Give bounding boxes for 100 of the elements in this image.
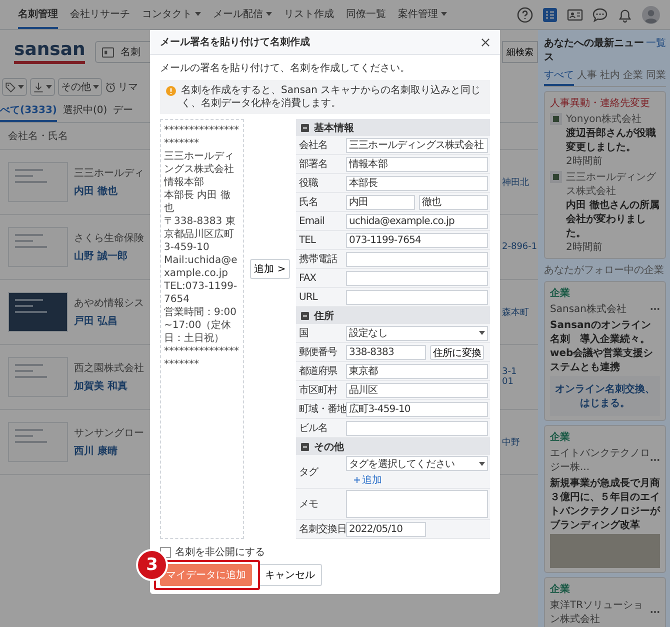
- address-text: 3-1: [502, 367, 518, 377]
- text-field[interactable]: 品川区: [346, 382, 488, 398]
- section-header[interactable]: 住所: [296, 307, 490, 324]
- view-all-link[interactable]: 一覧: [646, 36, 666, 50]
- person-name[interactable]: 戸田 弘昌: [74, 314, 146, 328]
- section-header[interactable]: その他: [296, 438, 490, 455]
- search-scope-label: 名刺: [120, 46, 140, 59]
- news-tab[interactable]: すべて: [544, 68, 574, 86]
- nav-tab[interactable]: メール配信: [213, 0, 272, 29]
- name-field[interactable]: 内田: [346, 194, 415, 210]
- cancel-button[interactable]: キャンセル: [258, 564, 322, 586]
- text-field[interactable]: 広町3-459-10: [346, 402, 488, 416]
- company-name: 三三ホールディングス株式会社: [566, 171, 657, 198]
- field-label: 郵便番号: [298, 346, 338, 359]
- nav-tab[interactable]: 会社リサーチ: [70, 0, 130, 29]
- other-menu-dropdown[interactable]: その他: [58, 78, 102, 96]
- nav-tab[interactable]: リスト作成: [284, 0, 334, 29]
- text-field[interactable]: uchida@example.co.jp: [346, 214, 488, 228]
- news-time: 2時間前: [566, 240, 604, 254]
- field-label: 名刺交換日: [298, 522, 346, 536]
- date-field[interactable]: 2022/05/10: [346, 522, 426, 536]
- section-label: あなたがフォロー中の企業: [544, 264, 665, 277]
- add-button[interactable]: 追加 >: [250, 259, 290, 279]
- dialog-title: メール署名を貼り付けて名刺作成: [160, 36, 310, 49]
- address-text: 2-896-1: [502, 242, 538, 252]
- news-tab[interactable]: 社内: [600, 68, 620, 86]
- company-name: さくら生命保険: [74, 232, 145, 245]
- company-name: あやめ情報シス: [74, 296, 145, 310]
- signature-line: 三三ホールディングス株式会社: [164, 150, 235, 176]
- postal-code-field[interactable]: 338-8383: [346, 344, 426, 360]
- text-field[interactable]: 本部長: [346, 176, 488, 190]
- sansan-logo[interactable]: sansan: [14, 40, 86, 64]
- person-name[interactable]: 内田 徹也: [74, 184, 146, 198]
- company-name: Sansan株式会社: [550, 302, 626, 316]
- signature-line: **********************: [164, 345, 240, 371]
- convert-address-button[interactable]: 住所に変換: [430, 344, 484, 360]
- article-banner[interactable]: オンライン名刺交換、はじまる。: [550, 376, 660, 416]
- field-label: ビル名: [298, 422, 328, 435]
- list-tab[interactable]: べて(3333): [0, 100, 57, 122]
- signature-line: 情報本部: [164, 176, 205, 189]
- section-title: 基本情報: [314, 122, 354, 134]
- company-name: 三三ホールディ: [74, 167, 145, 180]
- signature-textarea[interactable]: ********************** 三三ホールディングス株式会社 情報本部 本部長 内田 徹也 〒338-8383 東京都品川区広町3-459-10 Mail:uchida@example.co.jp TEL:073-1199-7654 営業時間：9:00~17:00（定休日：土日祝） **********************: [160, 119, 244, 539]
- nav-tab[interactable]: コンタクト: [142, 0, 201, 29]
- field-label: Email: [298, 216, 326, 226]
- intro-text: メールの署名を貼り付けて、名刺を作成してください。: [160, 62, 411, 75]
- news-category: 人事異動・連絡先変更: [550, 96, 651, 110]
- text-field[interactable]: 073-1199-7654: [346, 232, 488, 248]
- signature-line: **********************: [164, 124, 240, 150]
- text-field[interactable]: 情報本部: [346, 156, 488, 172]
- text-field[interactable]: 東京都: [346, 364, 488, 378]
- address-text: 中野: [502, 436, 521, 448]
- field-label: TEL: [298, 234, 317, 246]
- nav-tab[interactable]: 案件管理: [398, 0, 447, 29]
- company-name: Yonyon株式会社: [566, 112, 643, 126]
- notice-text: 名刺を作成をすると、Sansan スキャナからの名刺取り込みと同じく、名刺データ化枠を消費します。: [181, 84, 482, 110]
- news-title: あなたへの最新ニュース: [544, 36, 644, 64]
- name-field[interactable]: 徹也: [419, 194, 488, 210]
- person-name[interactable]: 西川 康晴: [74, 444, 146, 458]
- company-name: エイトバンクテクノロジー株...: [550, 447, 650, 474]
- signature-line: 〒338-8383 東京都品川区広町3-459-10: [164, 215, 236, 254]
- news-time: 2時間前: [566, 154, 604, 168]
- article-tag: 企業: [550, 286, 570, 300]
- field-label: タグ: [298, 466, 320, 478]
- field-label: 都道府県: [298, 364, 338, 378]
- article-headline[interactable]: 新規事業が急成長で月商３億円に、５年目のエイトバンクテクノロジーがブランディング改革: [550, 476, 660, 532]
- signature-line: Mail:uchida@example.co.jp: [164, 254, 238, 280]
- nav-tab[interactable]: 同僚一覧: [346, 0, 386, 29]
- text-field[interactable]: 三三ホールディングス株式会社: [346, 138, 488, 152]
- list-tab[interactable]: 選択中(0): [62, 100, 108, 122]
- signature-line: 本部長 内田 徹也: [164, 189, 232, 215]
- field-label: 国: [298, 327, 310, 340]
- field-label: 携帯電話: [298, 252, 338, 266]
- detail-search-button[interactable]: 細検索: [502, 41, 538, 63]
- section-title: その他: [314, 440, 344, 454]
- signature-line: TEL:073-1199-7654: [164, 280, 238, 306]
- signature-line: 営業時間：9:00~17:00（定休日：土日祝）: [164, 306, 238, 345]
- tag-select[interactable]: タグを選択してください: [346, 456, 488, 471]
- person-name[interactable]: 加賀美 和真: [74, 379, 146, 393]
- field-label: 氏名: [298, 196, 319, 209]
- news-message[interactable]: 内田 徹也さんの所属会社が変わりました。: [566, 198, 660, 240]
- article-tag: 企業: [550, 430, 570, 444]
- list-tab[interactable]: デー: [113, 100, 134, 122]
- section-header[interactable]: 基本情報: [296, 119, 490, 136]
- news-tab[interactable]: 企業: [623, 68, 643, 86]
- add-tag-link[interactable]: 追加: [354, 473, 382, 487]
- article-headline[interactable]: Sansanのオンライン名刺 導入企業続々。web会議や営業支援システムとも連携: [550, 318, 660, 374]
- field-label: 部署名: [298, 158, 328, 171]
- country-select[interactable]: 設定なし: [346, 326, 488, 340]
- field-label: 会社名: [298, 138, 328, 152]
- company-name: 東洋TRソリューション株式会社: [550, 598, 644, 626]
- news-tab[interactable]: 人事: [577, 68, 597, 86]
- person-name[interactable]: 山野 誠一郎: [74, 249, 146, 263]
- field-label: メモ: [298, 498, 319, 511]
- article-tag: 企業: [550, 582, 570, 596]
- field-label: 市区町村: [298, 384, 338, 397]
- news-tab[interactable]: 同業: [646, 68, 666, 86]
- field-label: URL: [298, 292, 319, 302]
- news-message[interactable]: 渡辺吾郎さんが役職変更しました。: [566, 126, 660, 154]
- company-name: サンサングロー: [74, 427, 145, 440]
